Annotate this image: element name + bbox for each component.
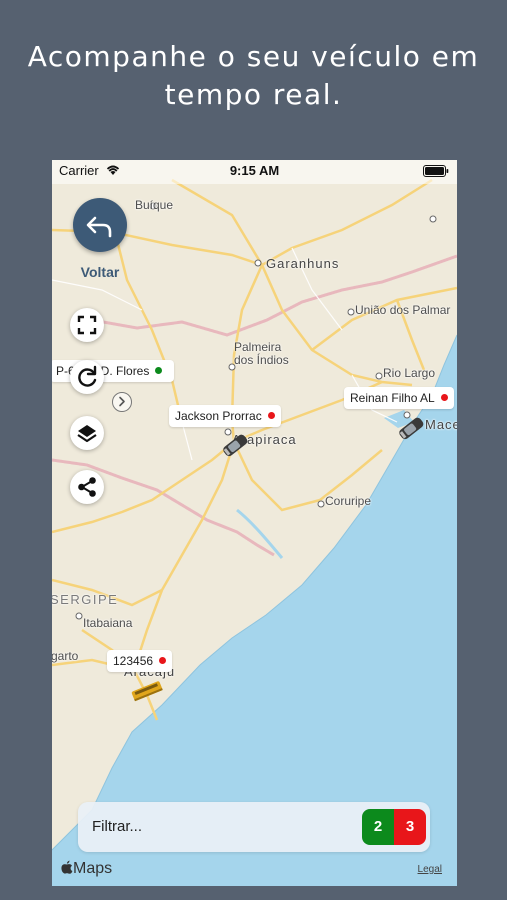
status-bar: Carrier 9:15 AM	[52, 160, 457, 184]
apple-maps-logo: Maps	[61, 860, 112, 878]
place-palmeira-line-2: dos Índios	[234, 353, 289, 367]
place-sergipe: SERGIPE	[52, 592, 119, 607]
refresh-icon	[78, 365, 97, 387]
map-layers-button[interactable]	[70, 416, 104, 450]
clock: 9:15 AM	[229, 163, 280, 178]
apple-logo-icon	[61, 860, 73, 874]
legal-link[interactable]: Legal	[418, 864, 442, 875]
vehicle-car-icon[interactable]	[394, 413, 428, 443]
back-button[interactable]	[73, 198, 127, 252]
status-dot-offline	[267, 412, 275, 420]
vehicle-bus-icon[interactable]	[129, 678, 165, 704]
place-garanhuns: Garanhuns	[266, 256, 340, 271]
status-dot-online	[155, 367, 163, 375]
chevron-right-icon	[119, 396, 125, 407]
share-button[interactable]	[70, 470, 104, 504]
headline-line-1: Acompanhe o seu veículo em	[27, 40, 480, 73]
place-lagarto: garto	[52, 649, 79, 663]
status-dot-offline	[440, 394, 448, 402]
place-itabaiana: Itabaiana	[83, 616, 133, 630]
refresh-button[interactable]	[70, 360, 104, 394]
vehicle-label-123456[interactable]: 123456	[107, 650, 173, 672]
vehicle-car-icon[interactable]	[218, 430, 252, 460]
place-uniao-dos-palmares: União dos Palmar	[355, 303, 451, 317]
back-arrow-icon	[86, 216, 112, 238]
place-palmeira-line-1: Palmeira	[234, 340, 282, 354]
vehicle-name: 123456	[113, 654, 154, 668]
layers-icon	[77, 425, 97, 443]
offline-count-badge[interactable]: 3	[394, 809, 426, 845]
back-label[interactable]: Voltar	[68, 264, 132, 280]
share-icon	[78, 477, 96, 497]
place-maceio: Maceió	[425, 417, 457, 432]
vehicle-label-jackson[interactable]: Jackson Prorrac	[169, 405, 281, 427]
headline: Acompanhe o seu veículo em tempo real.	[0, 38, 507, 114]
place-coruripe: Coruripe	[325, 494, 372, 508]
fullscreen-icon	[77, 315, 97, 335]
fullscreen-button[interactable]	[70, 308, 104, 342]
filter-bar[interactable]: Filtrar... 2 3	[78, 802, 430, 852]
maps-brand-label: Maps	[73, 860, 113, 877]
online-count-badge[interactable]: 2	[362, 809, 394, 845]
vehicle-name: Jackson Prorrac	[175, 409, 262, 423]
filter-input[interactable]: Filtrar...	[92, 818, 142, 835]
place-rio-largo: Rio Largo	[383, 366, 436, 380]
status-dot-offline	[159, 657, 167, 665]
place-buique: Buíque	[135, 198, 174, 212]
headline-line-2: tempo real.	[164, 78, 343, 111]
phone-screen: Buíque Garanhuns União dos Palmar Palmei…	[52, 160, 457, 886]
vehicle-label-reinan[interactable]: Reinan Filho AL	[344, 387, 454, 409]
expand-chevron-button[interactable]	[112, 392, 132, 412]
battery-icon	[423, 165, 449, 177]
vehicle-name: Reinan Filho AL	[350, 391, 435, 405]
